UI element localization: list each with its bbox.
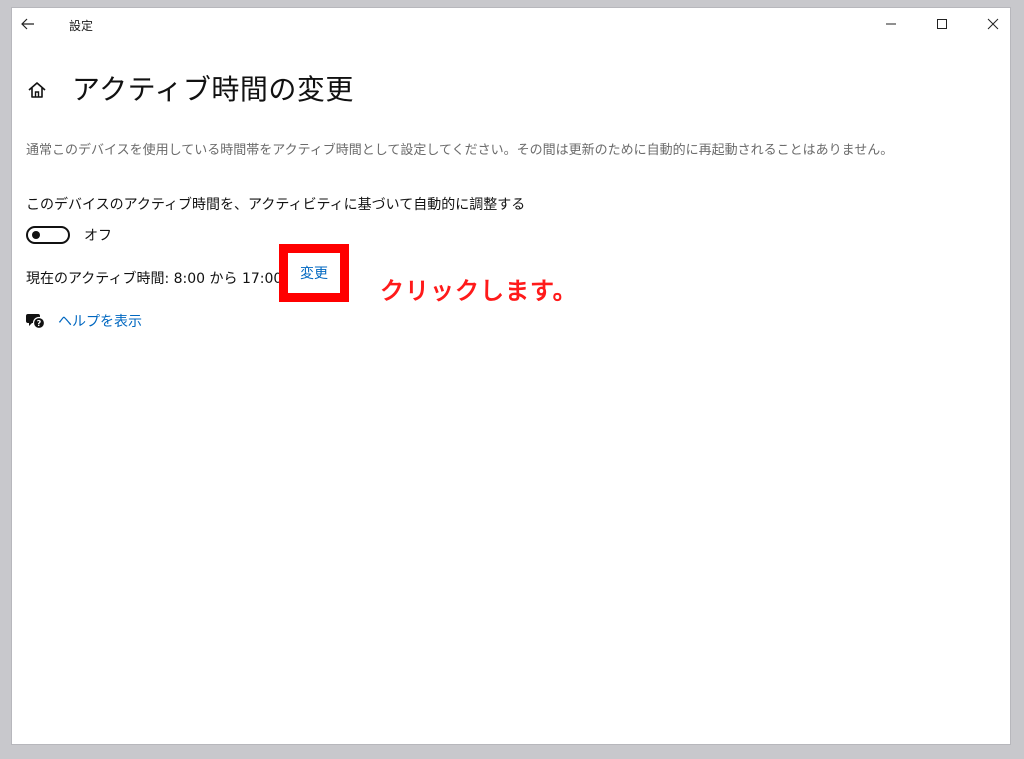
maximize-icon (937, 19, 947, 29)
highlight-box: 変更 (279, 244, 349, 302)
toggle-knob (32, 231, 40, 239)
auto-adjust-toggle-row: オフ (26, 224, 112, 246)
page-header: アクティブ時間の変更 (26, 68, 354, 108)
help-link[interactable]: ヘルプを表示 (58, 311, 142, 331)
svg-text:?: ? (37, 319, 42, 328)
home-icon[interactable] (26, 79, 48, 101)
back-button[interactable] (16, 12, 40, 36)
minimize-button[interactable] (868, 8, 914, 40)
page-description: 通常このデバイスを使用している時間帯をアクティブ時間として設定してください。その… (26, 143, 894, 158)
maximize-button[interactable] (919, 8, 965, 40)
minimize-icon (886, 23, 896, 25)
auto-adjust-toggle[interactable] (26, 226, 70, 244)
settings-window: 設定 アクティブ時間の変更 通常このデバイスを使用している時間帯をアクティブ時間… (12, 8, 1010, 744)
current-active-hours: 現在のアクティブ時間: 8:00 から 17:00 まで (26, 271, 315, 287)
close-icon (987, 18, 999, 30)
change-link[interactable]: 変更 (300, 263, 328, 283)
title-bar: 設定 (12, 8, 1010, 42)
window-title: 設定 (69, 19, 94, 33)
click-annotation: クリックします。 (380, 277, 578, 305)
auto-adjust-label: このデバイスのアクティブ時間を、アクティビティに基づいて自動的に調整する (26, 197, 526, 213)
help-row: ? ヘルプを表示 (24, 310, 142, 332)
back-arrow-icon (21, 18, 34, 30)
help-chat-icon: ? (26, 314, 46, 330)
close-button[interactable] (970, 8, 1010, 40)
toggle-state-label: オフ (84, 228, 112, 244)
page-title: アクティブ時間の変更 (72, 73, 354, 106)
